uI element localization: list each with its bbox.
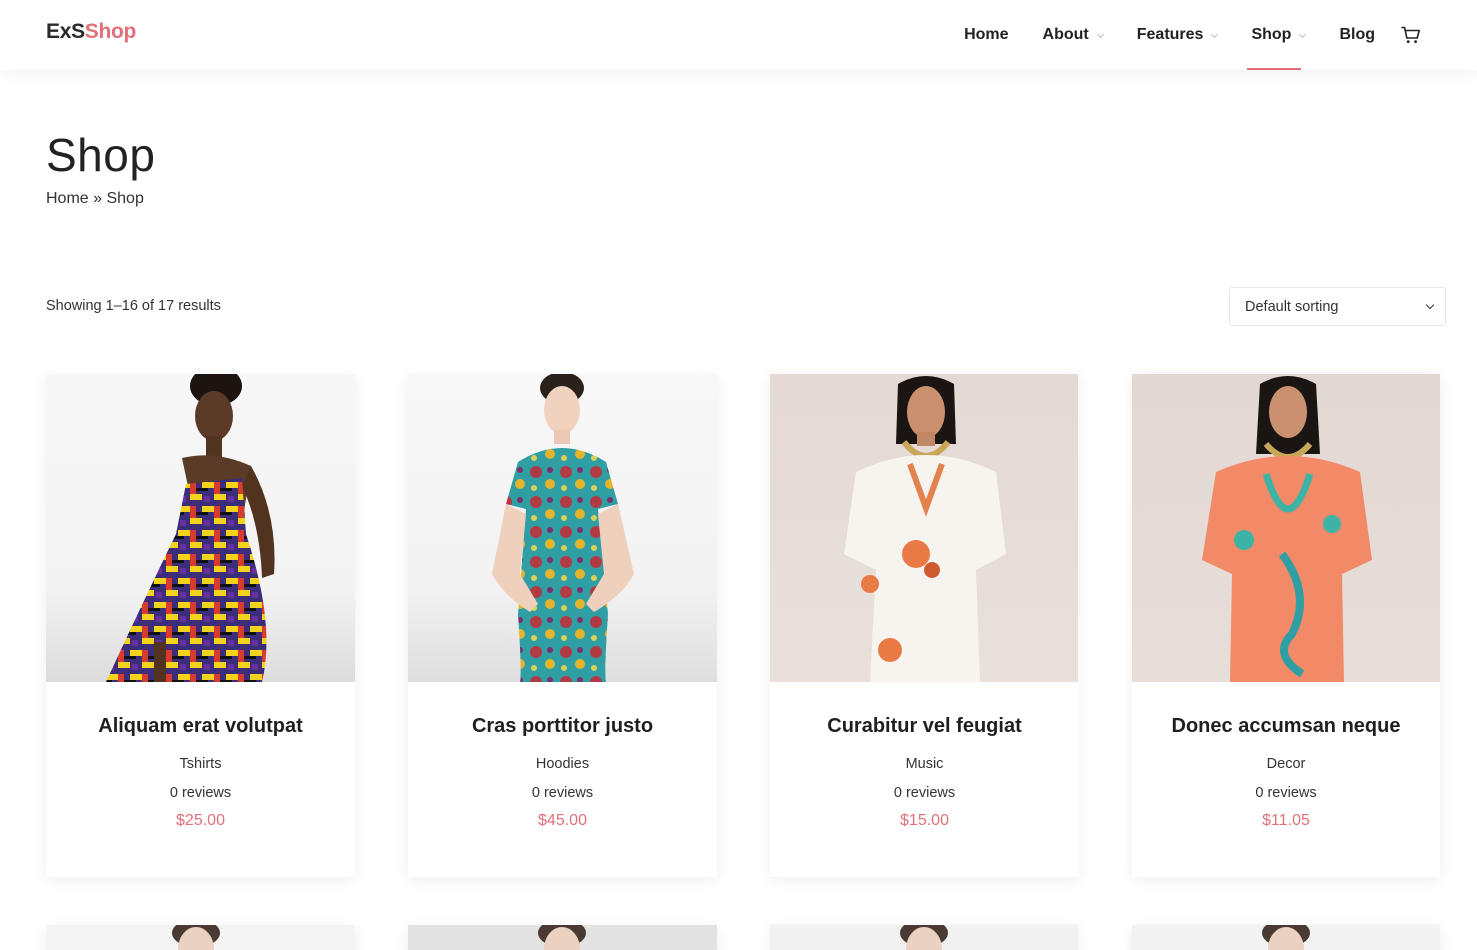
product-image[interactable] <box>770 374 1079 682</box>
product-reviews: 0 reviews <box>1255 785 1317 801</box>
nav-item-label: Home <box>964 26 1009 43</box>
nav-item-home[interactable]: Home <box>964 0 1008 70</box>
nav-item-label: Features <box>1136 26 1204 43</box>
chevron-down-icon <box>1211 30 1219 38</box>
sort-select[interactable]: Default sorting <box>1229 287 1446 326</box>
product-title[interactable]: Curabitur vel feugiat <box>770 682 1079 738</box>
product-info: Cras porttitor justo Hoodies 0 reviews $… <box>408 682 717 877</box>
nav-item-about[interactable]: About <box>1042 0 1104 70</box>
chevron-down-icon <box>1096 30 1104 38</box>
product-price: $11.05 <box>1262 812 1310 829</box>
product-info: Donec accumsan neque Decor 0 reviews $11… <box>1132 682 1440 877</box>
cart-button[interactable] <box>1401 0 1421 70</box>
product-card: Aliquam erat volutpat Tshirts 0 reviews … <box>46 374 355 877</box>
page-title: Shop <box>46 129 156 181</box>
product-info: Curabitur vel feugiat Music 0 reviews $1… <box>770 682 1079 877</box>
nav-item-features[interactable]: Features <box>1136 0 1219 70</box>
product-image[interactable] <box>1132 374 1440 682</box>
breadcrumb-home-link[interactable]: Home <box>46 190 89 207</box>
product-title[interactable]: Aliquam erat volutpat <box>46 682 355 738</box>
product-card: Curabitur vel feugiat Music 0 reviews $1… <box>770 374 1079 877</box>
product-reviews: 0 reviews <box>169 785 232 801</box>
product-price: $15.00 <box>900 812 949 829</box>
nav-item-label: Shop <box>1251 26 1292 43</box>
sort-select-value: Default sorting <box>1245 298 1339 315</box>
product-category[interactable]: Decor <box>1132 756 1440 772</box>
cart-icon <box>1401 26 1420 43</box>
main-nav: Home About Features Shop Blog <box>930 0 1421 70</box>
product-price: $45.00 <box>538 812 587 829</box>
nav-item-shop[interactable]: Shop <box>1247 0 1307 70</box>
product-price: $25.00 <box>176 812 225 829</box>
breadcrumb: Home » Shop <box>46 190 144 208</box>
logo-text-part2: Shop <box>84 20 137 43</box>
product-card <box>770 925 1078 950</box>
product-reviews: 0 reviews <box>531 785 594 801</box>
product-image[interactable] <box>46 374 355 682</box>
product-category[interactable]: Music <box>770 756 1079 772</box>
product-title[interactable]: Cras porttitor justo <box>408 682 717 738</box>
site-header: ExSShop Home About Features Shop Blog <box>0 0 1477 70</box>
product-card: Cras porttitor justo Hoodies 0 reviews $… <box>408 374 717 877</box>
product-card <box>46 925 355 950</box>
nav-item-blog[interactable]: Blog <box>1339 0 1375 70</box>
breadcrumb-current: Shop <box>106 190 144 207</box>
product-info: Aliquam erat volutpat Tshirts 0 reviews … <box>46 682 355 877</box>
product-card: Donec accumsan neque Decor 0 reviews $11… <box>1132 374 1440 877</box>
chevron-down-icon <box>1425 300 1435 310</box>
product-category[interactable]: Hoodies <box>408 756 717 772</box>
product-image[interactable] <box>46 925 355 950</box>
logo-text-part1: ExS <box>46 20 85 43</box>
product-title[interactable]: Donec accumsan neque <box>1132 682 1440 738</box>
nav-item-label: About <box>1042 26 1089 43</box>
product-card <box>1132 925 1440 950</box>
breadcrumb-separator: » <box>88 190 107 207</box>
product-card <box>408 925 717 950</box>
product-reviews: 0 reviews <box>893 785 956 801</box>
result-count: Showing 1–16 of 17 results <box>46 298 221 314</box>
product-image[interactable] <box>1132 925 1440 950</box>
site-logo[interactable]: ExSShop <box>46 20 136 44</box>
product-category[interactable]: Tshirts <box>46 756 355 772</box>
product-image[interactable] <box>770 925 1078 950</box>
nav-item-label: Blog <box>1339 26 1375 43</box>
chevron-down-icon <box>1299 30 1307 38</box>
product-image[interactable] <box>408 925 717 950</box>
product-image[interactable] <box>408 374 717 682</box>
